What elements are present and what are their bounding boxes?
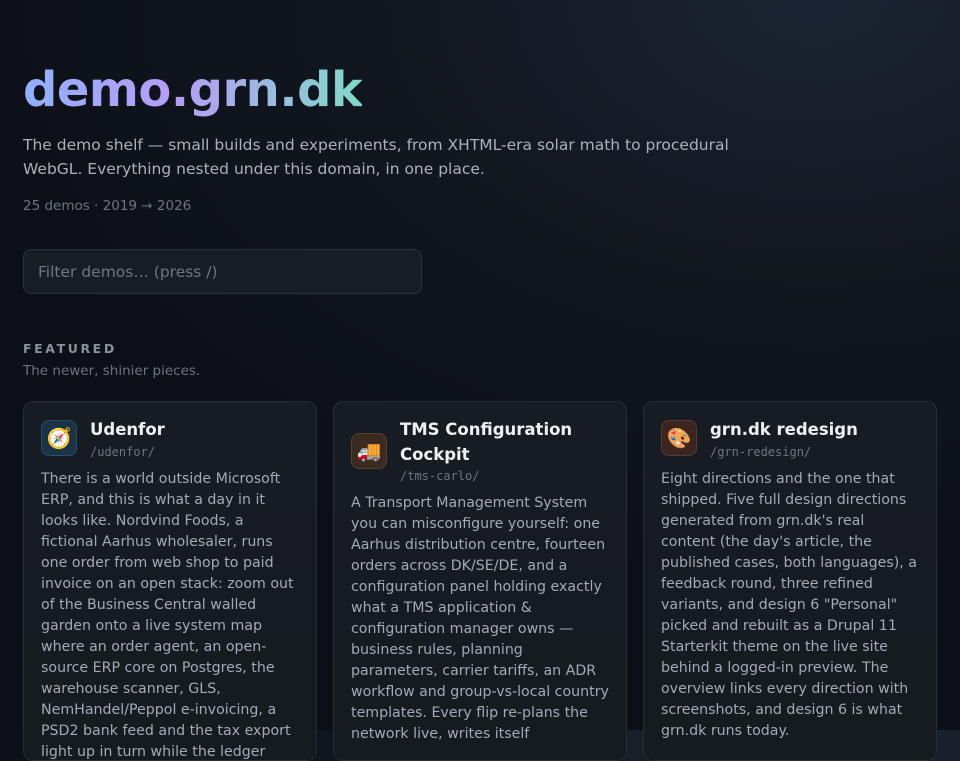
filter-placeholder: Filter demos… (press /)	[38, 262, 218, 281]
card-description: Eight directions and the one that shippe…	[661, 471, 917, 739]
card-description: A Transport Management System you can mi…	[351, 495, 609, 742]
demo-card-tms-configuration-cockpit[interactable]: 🚚 TMS Configuration Cockpit /tms-carlo/ …	[333, 401, 627, 761]
card-path: /tms-carlo/	[400, 469, 480, 483]
card-description: There is a world outside Microsoft ERP, …	[41, 471, 294, 760]
demo-count-meta: 25 demos · 2019 → 2026	[23, 198, 192, 214]
featured-section-label: FEATURED	[23, 341, 117, 356]
palette-icon: 🎨	[661, 420, 697, 456]
featured-section-subtitle: The newer, shinier pieces.	[23, 363, 201, 379]
card-title[interactable]: grn.dk redesign	[710, 417, 920, 442]
filter-input[interactable]: Filter demos… (press /)	[23, 249, 422, 294]
demo-card-grn-redesign[interactable]: 🎨 grn.dk redesign /grn-redesign/ Eight d…	[643, 401, 937, 761]
demo-card-udenfor[interactable]: 🧭 Udenfor /udenfor/ There is a world out…	[23, 401, 317, 761]
card-title[interactable]: Udenfor	[90, 417, 300, 442]
truck-icon: 🚚	[351, 433, 387, 469]
card-path: /udenfor/	[90, 445, 156, 459]
intro-text: The demo shelf — small builds and experi…	[23, 136, 729, 178]
card-title[interactable]: TMS Configuration Cockpit	[400, 417, 610, 467]
compass-icon: 🧭	[41, 420, 77, 456]
site-title: demo.grn.dk	[23, 62, 363, 118]
card-path: /grn-redesign/	[710, 445, 812, 459]
